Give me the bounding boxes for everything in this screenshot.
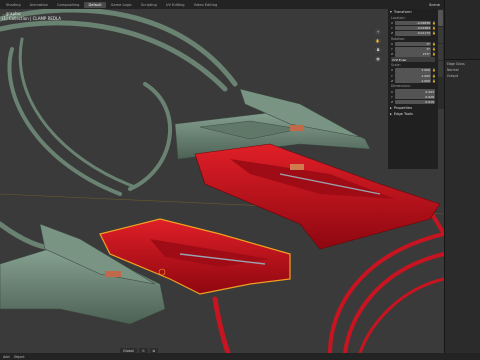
tab-compositing[interactable]: Compositing <box>53 2 84 8</box>
location-z-field[interactable]: 0.01179 <box>395 30 431 36</box>
rotation-z-field[interactable]: 270° <box>395 52 431 57</box>
tab-uv-editing[interactable]: UV Editing <box>162 2 189 8</box>
location-label: Location: <box>391 15 406 20</box>
3d-viewport[interactable]: ...graphic (1) Collection | CLAMP REDLA … <box>0 9 444 353</box>
location-x-field[interactable]: -0.04836 <box>395 20 431 26</box>
status-bar: Add Object <box>0 353 480 360</box>
scale-x-field[interactable]: 1.000 <box>395 68 431 73</box>
zoom-icon[interactable]: + <box>375 29 381 35</box>
lock-icon[interactable]: 🔓 <box>432 47 436 51</box>
camera-icon[interactable]: ◘ <box>375 47 381 53</box>
tab-shading[interactable]: Shading <box>2 2 25 8</box>
lock-icon[interactable]: 🔓 <box>432 31 436 35</box>
lock-icon[interactable]: 🔓 <box>432 21 436 25</box>
lock-icon[interactable]: 🔓 <box>432 74 436 78</box>
rotation-mode-dropdown[interactable]: XYZ Euler <box>391 57 435 62</box>
dimensions-z-row: Z 0.019 <box>391 99 435 105</box>
tab-video-editing[interactable]: Video Editing <box>190 2 222 8</box>
tab-game-logic[interactable]: Game Logic <box>107 2 136 8</box>
scale-z-row: Z 1.000 🔓 <box>391 78 436 84</box>
status-add[interactable]: Add <box>3 355 10 359</box>
sidebar-n-panel: ▾ Transform Location: X -0.04836 🔓 Y 0.0… <box>388 9 438 169</box>
tab-view[interactable] <box>438 44 443 60</box>
lock-icon[interactable]: 🔓 <box>432 79 436 83</box>
edge-tools-header[interactable]: ▸ Edge Tools <box>388 111 438 117</box>
rotation-x-row: X 0° 🔓 <box>391 41 436 47</box>
grid-icon[interactable]: ▦ <box>375 56 381 62</box>
tab-item[interactable] <box>438 10 443 26</box>
lock-icon[interactable]: 🔓 <box>432 26 436 30</box>
location-y-field[interactable]: 0.01484 <box>395 25 431 31</box>
chevron-down-icon: ▾ <box>390 10 392 14</box>
navigation-gizmo: + ✋ ◘ ▦ <box>375 29 381 62</box>
dimensions-x-row: X 0.093 <box>391 89 435 94</box>
tab-extra[interactable] <box>438 61 443 77</box>
lock-icon[interactable]: 🔓 <box>432 42 436 46</box>
dimensions-x-field[interactable]: 0.093 <box>395 89 435 94</box>
dimensions-z-field[interactable]: 0.019 <box>395 99 435 105</box>
scene-selector[interactable]: Scene <box>429 3 440 7</box>
tab-scripting[interactable]: Scripting <box>137 2 161 8</box>
rotation-label: Rotation: <box>391 36 406 41</box>
location-y-row: Y 0.01484 🔓 <box>391 25 436 31</box>
collection-label: (1) Collection | CLAMP REDLA <box>2 16 62 21</box>
chevron-right-icon: ▸ <box>390 111 392 116</box>
lock-icon[interactable]: 🔓 <box>432 52 436 56</box>
location-z-row: Z 0.01179 🔓 <box>391 30 436 36</box>
dimensions-label: Dimensions: <box>391 84 411 89</box>
dimensions-y-field[interactable]: 0.026 <box>395 94 435 100</box>
rotation-y-row: Y 0° 🔓 <box>391 46 436 52</box>
dimensions-y-row: Y 0.026 <box>391 94 435 100</box>
scale-y-row: Y 1.000 🔓 <box>391 73 436 78</box>
location-x-row: X -0.04836 🔓 <box>391 20 436 26</box>
status-object[interactable]: Object <box>14 355 25 359</box>
tab-default[interactable]: Default <box>84 1 106 8</box>
lock-icon[interactable]: 🔓 <box>432 68 436 72</box>
scale-y-field[interactable]: 1.000 <box>395 73 431 78</box>
properties-editor: Add Modifier Levels Viewport Advanced Ve… <box>444 0 480 353</box>
outliner[interactable] <box>445 0 480 60</box>
tab-tool[interactable] <box>438 27 443 43</box>
scale-label: Scale: <box>391 63 401 67</box>
rotation-y-field[interactable]: 0° <box>395 46 431 52</box>
tab-animation[interactable]: Animation <box>26 2 52 8</box>
pan-hand-icon[interactable]: ✋ <box>375 38 381 44</box>
rotation-x-field[interactable]: 0° <box>395 41 431 47</box>
rotation-z-row: Z 270° 🔓 <box>391 52 436 57</box>
workspace-bar: Shading Animation Compositing Default Ga… <box>0 0 480 9</box>
output-label[interactable]: Output <box>445 73 480 79</box>
rotation-mode-row: XYZ Euler <box>391 57 435 62</box>
scale-z-field[interactable]: 1.000 <box>395 78 431 84</box>
scale-x-row: X 1.000 🔓 <box>391 68 436 73</box>
chevron-right-icon: ▸ <box>390 105 392 110</box>
